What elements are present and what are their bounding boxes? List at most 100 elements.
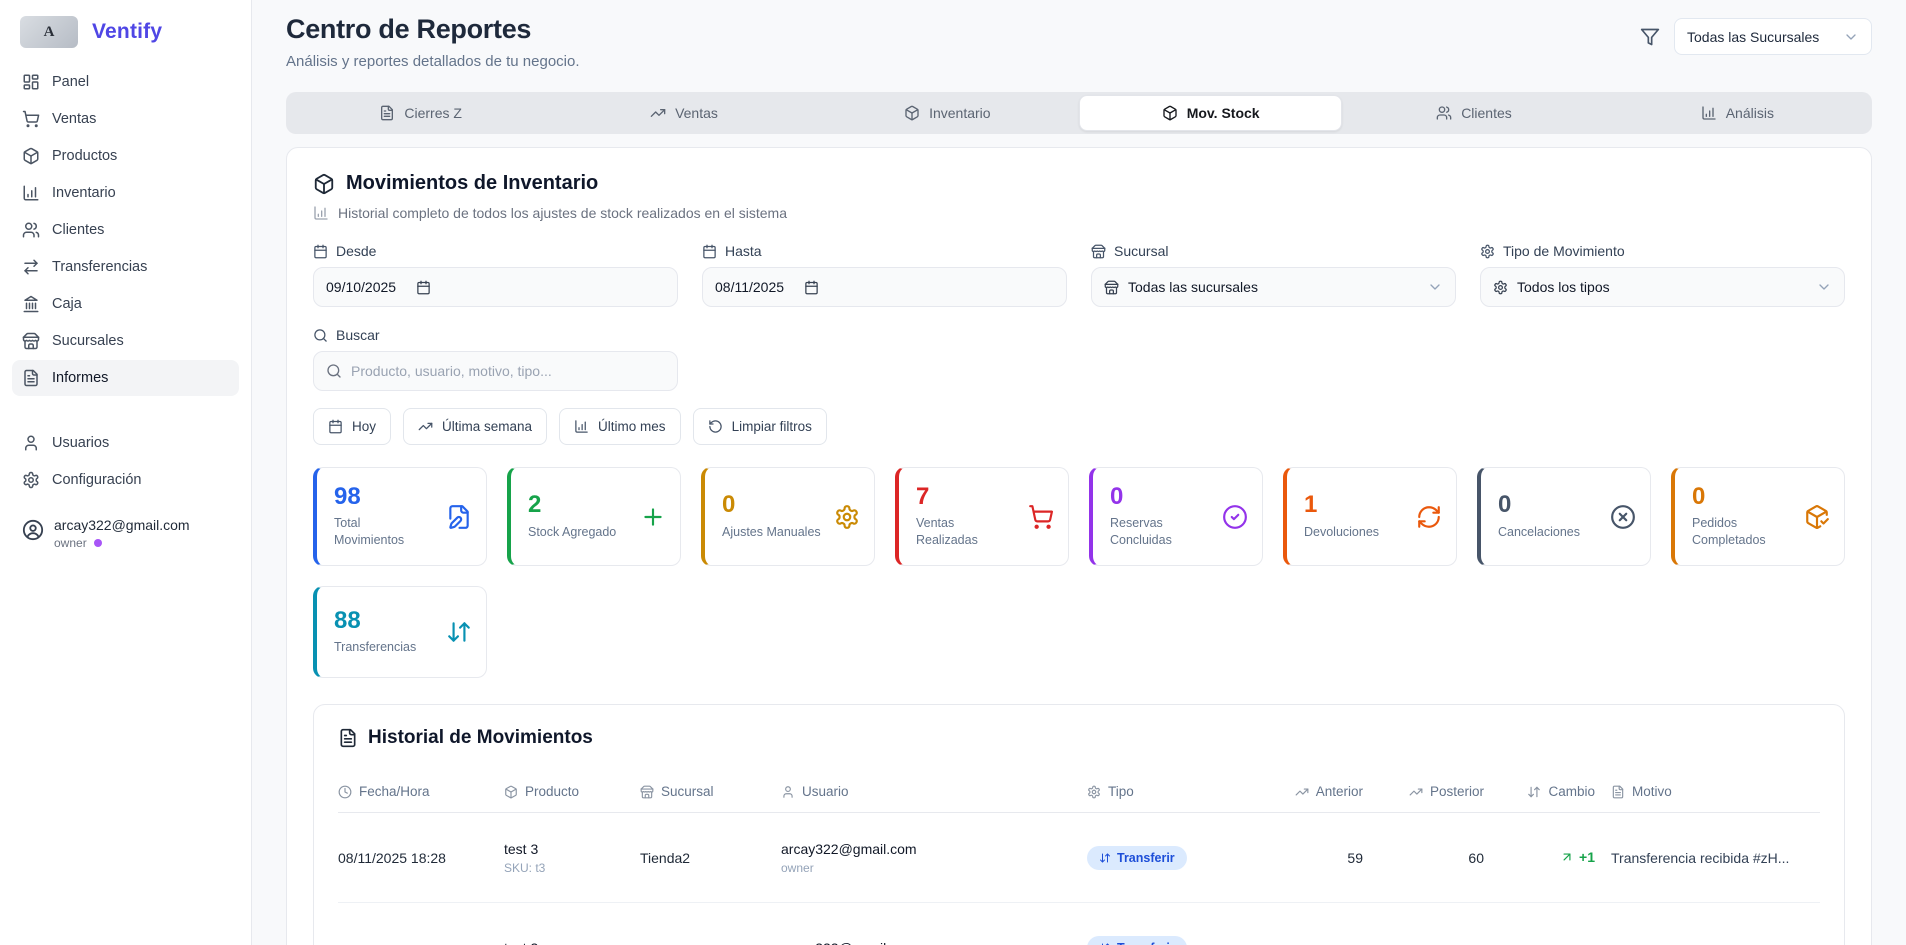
filter-sucursal-label: Sucursal bbox=[1114, 243, 1168, 259]
user-icon bbox=[22, 434, 40, 452]
chevron-down-icon bbox=[1816, 279, 1832, 295]
sidebar-item[interactable]: Panel bbox=[12, 64, 239, 100]
date-to-input[interactable]: 08/11/2025 bbox=[702, 267, 1067, 307]
sidebar-item-label: Productos bbox=[52, 148, 117, 164]
filter-buscar: Buscar bbox=[313, 327, 678, 391]
report-tab[interactable]: Análisis bbox=[1606, 95, 1869, 131]
quick-filter-button[interactable]: Última semana bbox=[403, 408, 547, 445]
search-section: Buscar bbox=[313, 327, 1845, 391]
sidebar-item-label: Ventas bbox=[52, 111, 96, 127]
chart-icon bbox=[22, 184, 40, 202]
quick-filter-button[interactable]: Último mes bbox=[559, 408, 681, 445]
file-pen-icon bbox=[446, 504, 472, 530]
report-tab-label: Mov. Stock bbox=[1187, 105, 1260, 121]
sidebar-item[interactable]: Usuarios bbox=[12, 425, 239, 461]
page-header: Centro de Reportes Análisis y reportes d… bbox=[286, 10, 1872, 70]
cart-icon bbox=[22, 110, 40, 128]
sidebar-item[interactable]: Productos bbox=[12, 138, 239, 174]
calendar-picker-icon[interactable] bbox=[804, 280, 819, 295]
gear-icon bbox=[834, 504, 860, 530]
search-icon bbox=[326, 363, 342, 379]
table-column-label: Usuario bbox=[802, 784, 849, 799]
users-icon bbox=[1436, 105, 1452, 121]
sidebar-item-label: Sucursales bbox=[52, 333, 124, 349]
sidebar-item[interactable]: Configuración bbox=[12, 462, 239, 498]
chart-icon bbox=[313, 205, 329, 221]
cell-usuario: arcay322@gmail.com bbox=[781, 940, 1071, 945]
history-title-row: Historial de Movimientos bbox=[338, 727, 1820, 749]
calendar-picker-icon[interactable] bbox=[416, 280, 431, 295]
sidebar-nav: Panel Ventas Productos Inventario Client… bbox=[12, 64, 239, 397]
stat-label: Stock Agregado bbox=[528, 524, 616, 541]
stat-label: Pedidos Completados bbox=[1692, 515, 1792, 549]
sidebar-item-label: Informes bbox=[52, 370, 108, 386]
calendar-icon bbox=[702, 244, 717, 259]
quick-filter-button[interactable]: Limpiar filtros bbox=[693, 408, 827, 445]
report-tab[interactable]: Clientes bbox=[1342, 95, 1605, 131]
sidebar-item-label: Clientes bbox=[52, 222, 104, 238]
report-tab[interactable]: Mov. Stock bbox=[1079, 95, 1342, 131]
filter-tipo: Tipo de Movimiento Todos los tipos bbox=[1480, 243, 1845, 307]
file-text-icon bbox=[338, 728, 358, 748]
sidebar-item[interactable]: Ventas bbox=[12, 101, 239, 137]
stat-value: 0 bbox=[1692, 484, 1792, 510]
table-column-header: Posterior bbox=[1379, 784, 1484, 799]
filter-desde: Desde 09/10/2025 bbox=[313, 243, 678, 307]
table-column-label: Anterior bbox=[1316, 784, 1363, 799]
quick-filter-label: Última semana bbox=[442, 419, 532, 434]
arrows-lr-icon bbox=[22, 258, 40, 276]
app-root: A Ventify Panel Ventas Productos Inventa… bbox=[0, 0, 1906, 945]
report-tab-label: Ventas bbox=[675, 105, 718, 121]
search-input[interactable] bbox=[351, 363, 665, 379]
report-tab[interactable]: Ventas bbox=[552, 95, 815, 131]
report-tab[interactable]: Inventario bbox=[816, 95, 1079, 131]
store-icon bbox=[1104, 280, 1119, 295]
report-tab-label: Clientes bbox=[1461, 105, 1512, 121]
trend-icon bbox=[418, 419, 433, 434]
table-column-header: Sucursal bbox=[640, 784, 765, 799]
gear-icon bbox=[1493, 280, 1508, 295]
sidebar-item-label: Inventario bbox=[52, 185, 116, 201]
stat-value: 2 bbox=[528, 492, 616, 518]
quick-filter-button[interactable]: Hoy bbox=[313, 408, 391, 445]
table-row: 08/11/2025 18:28 test 3 SKU: t3 Tienda2 … bbox=[338, 813, 1820, 903]
role-status-dot bbox=[94, 539, 102, 547]
sucursal-select-value: Todas las sucursales bbox=[1128, 279, 1258, 295]
sidebar-item[interactable]: Informes bbox=[12, 360, 239, 396]
date-from-input[interactable]: 09/10/2025 bbox=[313, 267, 678, 307]
sidebar-user[interactable]: arcay322@gmail.com owner bbox=[12, 499, 239, 550]
stat-card: 0 Ajustes Manuales bbox=[701, 467, 875, 566]
sidebar-item[interactable]: Transferencias bbox=[12, 249, 239, 285]
sidebar-user-meta: arcay322@gmail.com owner bbox=[54, 517, 190, 550]
cambio-value: +1 bbox=[1560, 849, 1595, 865]
sidebar-item[interactable]: Inventario bbox=[12, 175, 239, 211]
sidebar-item[interactable]: Caja bbox=[12, 286, 239, 322]
branch-filter-value: Todas las Sucursales bbox=[1687, 29, 1819, 45]
brand[interactable]: A Ventify bbox=[12, 14, 239, 64]
chart-icon bbox=[1701, 105, 1717, 121]
table-column-label: Motivo bbox=[1632, 784, 1672, 799]
stat-label: Ventas Realizadas bbox=[916, 515, 1016, 549]
package-icon bbox=[904, 105, 920, 121]
trend-icon bbox=[650, 105, 666, 121]
report-tab-label: Análisis bbox=[1726, 105, 1774, 121]
report-tab-label: Inventario bbox=[929, 105, 990, 121]
stat-value: 0 bbox=[722, 492, 821, 518]
x-circle-icon bbox=[1610, 504, 1636, 530]
usuario-email: arcay322@gmail.com bbox=[781, 940, 1071, 945]
branch-filter-select[interactable]: Todas las Sucursales bbox=[1674, 18, 1872, 55]
cell-producto: test 3 bbox=[504, 940, 624, 945]
tipo-select[interactable]: Todos los tipos bbox=[1480, 267, 1845, 307]
stat-card: 88 Transferencias bbox=[313, 586, 487, 678]
producto-sku: SKU: t3 bbox=[504, 861, 624, 875]
sucursal-select[interactable]: Todas las sucursales bbox=[1091, 267, 1456, 307]
sidebar-item[interactable]: Clientes bbox=[12, 212, 239, 248]
report-tab[interactable]: Cierres Z bbox=[289, 95, 552, 131]
table-column-header: Motivo bbox=[1611, 784, 1820, 799]
arrows-ud-icon bbox=[1527, 785, 1541, 799]
stat-card: 0 Cancelaciones bbox=[1477, 467, 1651, 566]
package-icon bbox=[22, 147, 40, 165]
date-from-value: 09/10/2025 bbox=[326, 279, 396, 295]
sidebar-item[interactable]: Sucursales bbox=[12, 323, 239, 359]
trend-icon bbox=[1295, 785, 1309, 799]
